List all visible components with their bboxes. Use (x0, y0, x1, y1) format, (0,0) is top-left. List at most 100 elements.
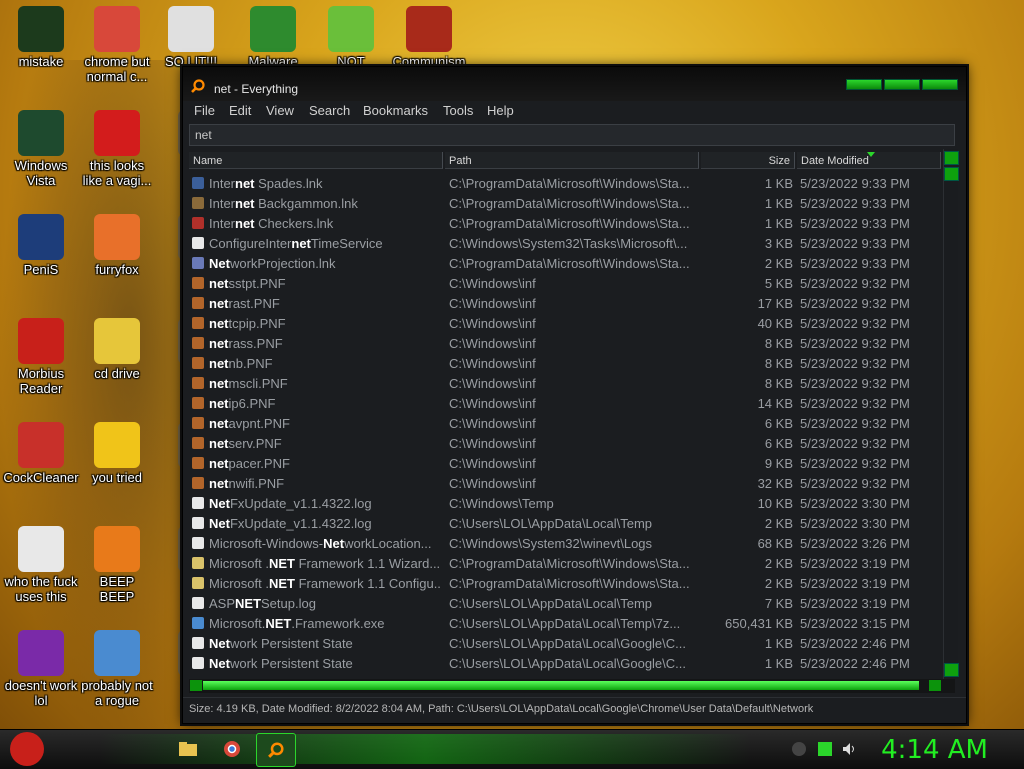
menu-edit[interactable]: Edit (229, 103, 251, 118)
name-match: net (209, 456, 229, 471)
table-row[interactable]: netrass.PNF C:\Windows\inf 8 KB 5/23/2022 9… (189, 333, 941, 353)
pnf-file-icon (192, 297, 204, 309)
name-suffix: FxUpdate_v1.1.4322.log (229, 516, 372, 531)
name-suffix: avpnt.PNF (228, 416, 290, 431)
desktop-icon[interactable]: BEEP BEEP (76, 526, 158, 604)
column-header-size[interactable]: Size (701, 152, 795, 169)
chrome-taskbar-icon[interactable] (218, 736, 246, 762)
row-date: 5/23/2022 9:32 PM (800, 276, 910, 291)
name-suffix: Spades.lnk (254, 176, 323, 191)
menu-file[interactable]: File (194, 103, 215, 118)
cd-drive-icon (94, 318, 140, 364)
table-row[interactable]: netserv.PNF C:\Windows\inf 6 KB 5/23/2022 9… (189, 433, 941, 453)
scroll-up-button[interactable] (944, 151, 959, 165)
desktop-icon-label: probably not (81, 678, 153, 693)
taskbar-clock[interactable]: 4:14 AM (881, 735, 988, 765)
table-row[interactable]: netnb.PNF C:\Windows\inf 8 KB 5/23/2022 9:3… (189, 353, 941, 373)
desktop-icon[interactable]: NOT (310, 6, 392, 69)
desktop-icon[interactable]: chrome but normal c... (76, 6, 158, 84)
column-header-name[interactable]: Name (189, 152, 443, 169)
menu-search[interactable]: Search (309, 103, 350, 118)
scroll-right-button[interactable] (929, 680, 941, 691)
table-row[interactable]: Network Persistent State C:\Users\LOL\App… (189, 653, 941, 673)
table-row[interactable]: netrast.PNF C:\Windows\inf 17 KB 5/23/2022 … (189, 293, 941, 313)
maximize-button[interactable] (884, 79, 920, 90)
table-row[interactable]: Microsoft .NET Framework 1.1 Configu... C… (189, 573, 941, 593)
desktop-icon[interactable]: CockCleaner (0, 422, 82, 485)
table-row[interactable]: nettcpip.PNF C:\Windows\inf 40 KB 5/23/2022… (189, 313, 941, 333)
vertical-scrollbar[interactable] (943, 149, 959, 679)
column-header-path[interactable]: Path (445, 152, 699, 169)
row-path: C:\Users\LOL\AppData\Local\Google\C... (449, 656, 687, 671)
table-row[interactable]: ConfigureInternetTimeService C:\Windows\S… (189, 233, 941, 253)
desktop-icon[interactable]: Malware (232, 6, 314, 69)
start-button-angry-bird-icon[interactable] (10, 732, 44, 766)
table-row[interactable]: NetworkProjection.lnk C:\ProgramData\Micr… (189, 253, 941, 273)
row-path: C:\Windows\inf (449, 476, 536, 491)
name-prefix: Inter (209, 216, 236, 231)
tray-volume-icon[interactable] (842, 742, 856, 756)
scroll-down-button[interactable] (944, 663, 959, 677)
everything-taskbar-icon[interactable] (256, 733, 296, 767)
desktop-icon[interactable]: who the fuck uses this (0, 526, 82, 604)
desktop-icon[interactable]: PeniS (0, 214, 82, 277)
row-size: 2 KB (764, 516, 793, 531)
desktop-icon[interactable]: cd drive (76, 318, 158, 381)
row-name: netrass.PNF (209, 336, 441, 351)
menu-bookmarks[interactable]: Bookmarks (363, 103, 428, 118)
horizontal-scroll-thumb[interactable] (203, 681, 919, 690)
table-row[interactable]: NetFxUpdate_v1.1.4322.log C:\Windows\Temp… (189, 493, 941, 513)
table-row[interactable]: netavpnt.PNF C:\Windows\inf 6 KB 5/23/2022 … (189, 413, 941, 433)
desktop-icon[interactable]: Windows Vista (0, 110, 82, 188)
yahoo-messenger-icon (18, 630, 64, 676)
chrome-icon (94, 6, 140, 52)
table-row[interactable]: netip6.PNF C:\Windows\inf 14 KB 5/23/2022 9… (189, 393, 941, 413)
table-row[interactable]: netpacer.PNF C:\Windows\inf 9 KB 5/23/2022 … (189, 453, 941, 473)
window-titlebar[interactable]: net - Everything (183, 67, 966, 101)
desktop-icon[interactable]: mistake (0, 6, 82, 69)
row-size: 68 KB (757, 536, 793, 551)
column-header-date-modified[interactable]: Date Modified (797, 152, 941, 169)
desktop-icon[interactable]: this looks like a vagi... (76, 110, 158, 188)
scroll-left-button[interactable] (190, 680, 202, 691)
table-row[interactable]: Microsoft.NET.Framework.exe C:\Users\LOL\… (189, 613, 941, 633)
desktop-icon[interactable]: Communism (388, 6, 470, 69)
table-row[interactable]: NetFxUpdate_v1.1.4322.log C:\Users\LOL\Ap… (189, 513, 941, 533)
pnf-file-icon (192, 277, 204, 289)
desktop-icon-label-line2: BEEP (99, 589, 135, 604)
table-row[interactable]: Microsoft-Windows-NetworkLocation... C:\W… (189, 533, 941, 553)
table-row[interactable]: netnwifi.PNF C:\Windows\inf 32 KB 5/23/2022… (189, 473, 941, 493)
row-size: 2 KB (764, 256, 793, 271)
table-row[interactable]: Network Persistent State C:\Users\LOL\App… (189, 633, 941, 653)
desktop-icon-label: BEEP (99, 574, 135, 589)
table-row[interactable]: ASPNETSetup.log C:\Users\LOL\AppData\Loca… (189, 593, 941, 613)
desktop-icon[interactable]: you tried (76, 422, 158, 485)
desktop-icon[interactable]: SO LIT!!! (150, 6, 232, 69)
name-match: net (209, 316, 229, 331)
desktop-icon[interactable]: doesn't work lol (0, 630, 82, 708)
table-row[interactable]: Internet Backgammon.lnk C:\ProgramData\Mi… (189, 193, 941, 213)
tray-network-icon[interactable] (818, 742, 832, 756)
name-suffix: workProjection.lnk (229, 256, 336, 271)
table-row[interactable]: netsstpt.PNF C:\Windows\inf 5 KB 5/23/2022 … (189, 273, 941, 293)
file-explorer-icon[interactable] (174, 736, 202, 762)
scroll-thumb[interactable] (944, 167, 959, 181)
table-row[interactable]: netmscli.PNF C:\Windows\inf 8 KB 5/23/2022 … (189, 373, 941, 393)
menu-help[interactable]: Help (487, 103, 514, 118)
tray-chevron-icon[interactable] (792, 742, 806, 756)
menu-tools[interactable]: Tools (443, 103, 473, 118)
row-path: C:\Windows\inf (449, 376, 536, 391)
horizontal-scrollbar[interactable] (189, 679, 955, 693)
row-date: 5/23/2022 3:26 PM (800, 536, 910, 551)
name-prefix: ConfigureInter (209, 236, 292, 251)
table-row[interactable]: Microsoft .NET Framework 1.1 Wizard... C:… (189, 553, 941, 573)
desktop-icon[interactable]: probably not a rogue (76, 630, 158, 708)
table-row[interactable]: Internet Spades.lnk C:\ProgramData\Micros… (189, 173, 941, 193)
menu-view[interactable]: View (266, 103, 294, 118)
table-row[interactable]: Internet Checkers.lnk C:\ProgramData\Micr… (189, 213, 941, 233)
minimize-button[interactable] (846, 79, 882, 90)
search-input[interactable] (189, 124, 955, 146)
close-button[interactable] (922, 79, 958, 90)
desktop-icon[interactable]: Morbius Reader (0, 318, 82, 396)
desktop-icon[interactable]: furryfox (76, 214, 158, 277)
